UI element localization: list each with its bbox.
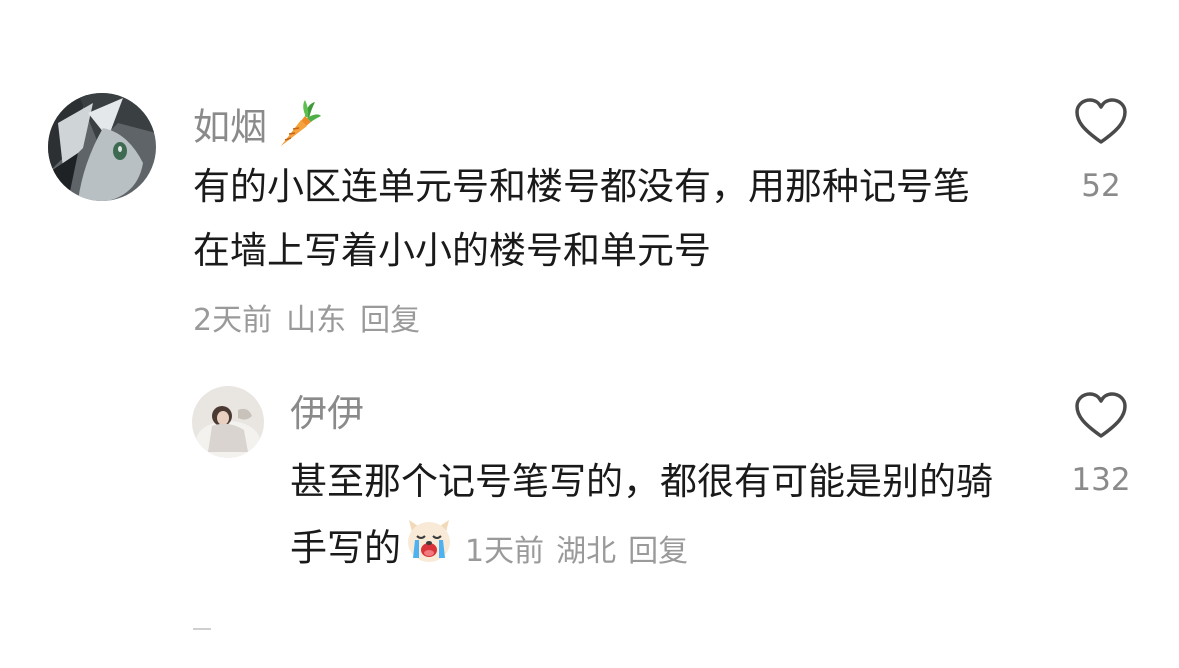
username-text: 如烟 (193, 105, 267, 149)
like-count: 52 (1081, 168, 1121, 204)
comment-author[interactable]: 如烟 (193, 98, 323, 160)
person-photo-avatar-icon (192, 386, 264, 458)
crying-dog-emoji-icon (403, 514, 455, 586)
heart-outline-icon (1075, 98, 1127, 144)
comment-meta: 2天前 山东 回复 (193, 301, 434, 341)
comment-time: 1天前 (465, 533, 545, 569)
comment-body: 有的小区连单元号和楼号都没有，用那种记号笔在墙上写着小小的楼号和单元号 (193, 165, 970, 272)
like-button[interactable]: 132 (1046, 392, 1156, 498)
avatar[interactable] (48, 93, 156, 201)
username-text: 伊伊 (290, 392, 364, 435)
reply-button[interactable]: 回复 (360, 303, 420, 338)
comment-time: 2天前 (193, 303, 273, 338)
anime-avatar-icon (48, 93, 156, 201)
carrot-icon (271, 98, 323, 160)
section-divider (193, 628, 211, 630)
comment-location: 湖北 (556, 533, 617, 569)
reply-button[interactable]: 回复 (628, 534, 688, 569)
comment-body: 甚至那个记号笔写的，都很有可能是别的骑手写的 1天前 湖北 回复 (290, 450, 1010, 586)
heart-outline-icon (1075, 392, 1127, 438)
comment-location: 山东 (286, 303, 347, 338)
like-count: 132 (1071, 462, 1131, 498)
avatar[interactable] (192, 386, 264, 458)
like-button[interactable]: 52 (1046, 98, 1156, 204)
comment-meta: 1天前 湖北 回复 (465, 534, 700, 569)
comment-author[interactable]: 伊伊 (290, 392, 364, 436)
